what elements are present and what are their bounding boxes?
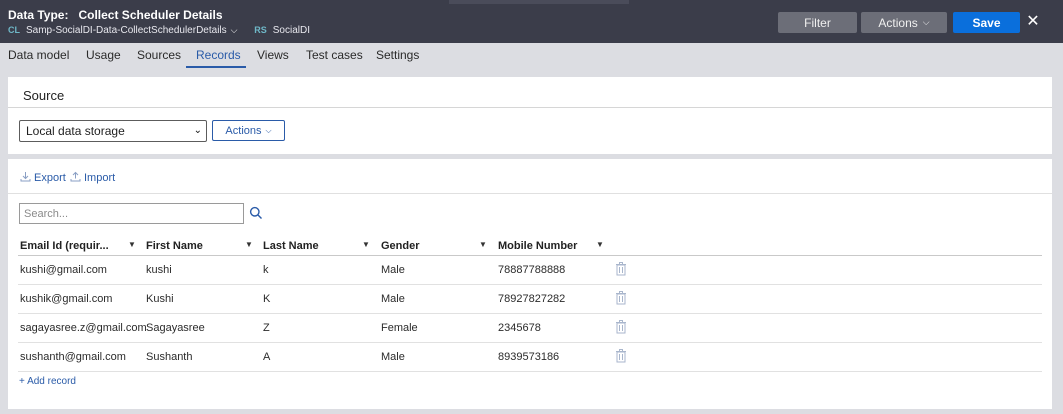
close-icon[interactable]: ✕	[1026, 12, 1040, 32]
page-title: Collect Scheduler Details	[78, 8, 223, 22]
cell-gender[interactable]: Male	[381, 264, 405, 276]
header-notch	[449, 0, 629, 4]
row-divider	[18, 342, 1042, 343]
tab-test-cases[interactable]: Test cases	[306, 48, 363, 62]
cell-mobile-number[interactable]: 78887788888	[498, 264, 565, 276]
chevron-down-icon: ⌵	[922, 17, 930, 27]
active-tab-indicator	[186, 66, 246, 68]
filter-icon[interactable]: ▼	[479, 240, 487, 249]
ruleset-name: SocialDI	[272, 25, 311, 36]
column-header-first-name[interactable]: First Name	[146, 240, 203, 252]
import-label: Import	[84, 172, 116, 184]
import-link[interactable]: Import	[70, 171, 115, 184]
save-button-label: Save	[972, 15, 1001, 30]
column-header-last-name[interactable]: Last Name	[263, 240, 319, 252]
column-header-mobile-number[interactable]: Mobile Number	[498, 240, 577, 252]
source-panel: Source Local data storage ⌄ Actions ⌵	[8, 77, 1052, 154]
filter-icon[interactable]: ▼	[596, 240, 604, 249]
import-icon	[70, 171, 81, 182]
filter-icon[interactable]: ▼	[362, 240, 370, 249]
tab-sources[interactable]: Sources	[137, 48, 181, 62]
search-input[interactable]	[19, 203, 244, 224]
trash-icon[interactable]	[615, 349, 627, 363]
row-divider	[18, 284, 1042, 285]
ruleset-tag: RS	[254, 25, 267, 35]
header-actions-button[interactable]: Actions ⌵	[861, 12, 947, 33]
filter-button-label: Filter	[804, 15, 831, 30]
class-tag: CL	[8, 25, 20, 35]
cell-mobile-number[interactable]: 8939573186	[498, 351, 559, 363]
cell-first-name[interactable]: kushi	[146, 264, 172, 276]
export-link[interactable]: Export	[20, 171, 66, 184]
trash-icon[interactable]	[615, 262, 627, 276]
source-storage-select[interactable]: Local data storage ⌄	[19, 120, 207, 142]
cell-mobile-number[interactable]: 78927827282	[498, 293, 565, 305]
row-divider	[18, 313, 1042, 314]
tab-settings[interactable]: Settings	[376, 48, 419, 62]
header-title-line: Data Type: Collect Scheduler Details	[8, 8, 223, 22]
divider	[8, 107, 1052, 108]
tab-bar: Data model Usage Sources Records Views T…	[0, 43, 1063, 68]
cell-gender[interactable]: Male	[381, 293, 405, 305]
cell-first-name[interactable]: Sagayasree	[146, 322, 205, 334]
export-label: Export	[34, 172, 66, 184]
add-record-link[interactable]: + Add record	[19, 376, 76, 387]
cell-email[interactable]: kushik@gmail.com	[20, 293, 112, 305]
export-icon	[20, 172, 31, 182]
tab-records[interactable]: Records	[196, 48, 241, 62]
cell-last-name[interactable]: Z	[263, 322, 270, 334]
source-title: Source	[23, 88, 65, 103]
table-header-divider	[18, 255, 1042, 256]
divider	[8, 193, 1052, 194]
trash-icon[interactable]	[615, 320, 627, 334]
cell-gender[interactable]: Female	[381, 322, 418, 334]
cell-last-name[interactable]: K	[263, 293, 270, 305]
records-panel: Export Import Email Id (requir... ▼ Firs…	[8, 159, 1052, 409]
tab-usage[interactable]: Usage	[86, 48, 121, 62]
chevron-down-icon[interactable]: ⌵	[231, 25, 238, 36]
chevron-down-icon: ⌵	[265, 125, 272, 135]
source-actions-button[interactable]: Actions ⌵	[212, 120, 285, 141]
cell-first-name[interactable]: Kushi	[146, 293, 174, 305]
cell-mobile-number[interactable]: 2345678	[498, 322, 541, 334]
cell-email[interactable]: sushanth@gmail.com	[20, 351, 126, 363]
row-divider	[18, 371, 1042, 372]
trash-icon[interactable]	[615, 291, 627, 305]
filter-icon[interactable]: ▼	[245, 240, 253, 249]
cell-email[interactable]: kushi@gmail.com	[20, 264, 107, 276]
filter-icon[interactable]: ▼	[128, 240, 136, 249]
tab-data-model[interactable]: Data model	[8, 48, 69, 62]
actions-button-label: Actions	[878, 15, 918, 30]
chevron-down-icon: ⌄	[193, 125, 202, 136]
tab-views[interactable]: Views	[257, 48, 289, 62]
cell-last-name[interactable]: k	[263, 264, 269, 276]
search-icon[interactable]	[249, 206, 263, 220]
app-header: Data Type: Collect Scheduler Details CL Sa…	[0, 0, 1063, 43]
column-header-email[interactable]: Email Id (requir...	[20, 240, 109, 252]
cell-first-name[interactable]: Sushanth	[146, 351, 192, 363]
save-button[interactable]: Save	[953, 12, 1020, 33]
cell-email[interactable]: sagayasree.z@gmail.com	[20, 322, 147, 334]
cell-gender[interactable]: Male	[381, 351, 405, 363]
data-type-label: Data Type:	[8, 8, 69, 22]
source-actions-label: Actions	[225, 124, 262, 137]
source-storage-value: Local data storage	[26, 124, 125, 138]
column-header-gender[interactable]: Gender	[381, 240, 420, 252]
cell-last-name[interactable]: A	[263, 351, 270, 363]
filter-button[interactable]: Filter	[778, 12, 857, 33]
header-meta-line: CL Samp-SocialDI-Data-CollectSchedulerDet…	[8, 25, 310, 36]
class-name-link[interactable]: Samp-SocialDI-Data-CollectSchedulerDetai…	[26, 25, 227, 36]
